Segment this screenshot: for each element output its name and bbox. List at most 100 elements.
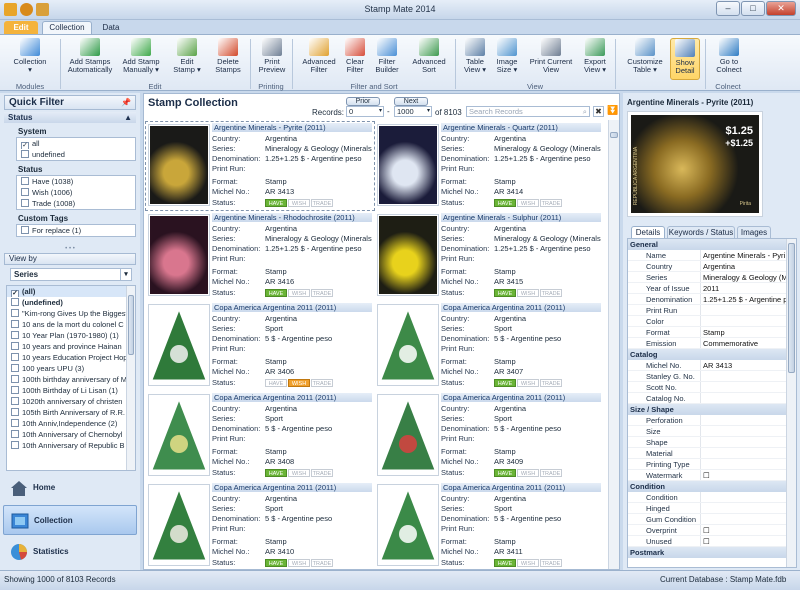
stamp-thumbnail[interactable]	[148, 394, 210, 476]
ribbon-button-customize-table[interactable]: Customize Table ▾	[624, 38, 666, 80]
property-value[interactable]	[700, 305, 786, 315]
scroll-thumb[interactable]	[610, 132, 618, 138]
have-badge[interactable]: HAVE	[494, 469, 516, 477]
checkbox[interactable]	[11, 408, 19, 416]
ribbon-button-collection[interactable]: Collection ▾	[4, 38, 56, 80]
property-row[interactable]: Unused ☐	[628, 536, 786, 547]
stamp-card[interactable]: Copa America Argentina 2011 (2011) Countr…	[375, 302, 603, 390]
property-value[interactable]: 1.25+1.25 $ - Argentine p	[700, 294, 786, 304]
stamp-thumbnail[interactable]	[148, 484, 210, 566]
checkbox[interactable]	[11, 331, 19, 339]
property-row[interactable]: Hinged	[628, 503, 786, 514]
property-value[interactable]	[700, 382, 786, 392]
property-row[interactable]: Overprint ☐	[628, 525, 786, 536]
clear-search-icon[interactable]: ✖	[593, 106, 604, 117]
checkbox[interactable]	[21, 226, 29, 234]
filter-item-wish[interactable]: Wish (1006)	[17, 187, 135, 198]
tab-collection[interactable]: Collection	[42, 21, 92, 34]
view-by-item[interactable]: ✓ (all)	[7, 286, 135, 297]
view-by-item[interactable]: "Kim-rong Gives Up the Biggest	[7, 308, 135, 319]
stamp-title[interactable]: Argentine Minerals - Sulphur (2011)	[441, 213, 601, 222]
checkbox[interactable]	[11, 353, 19, 361]
have-badge[interactable]: HAVE	[265, 559, 287, 567]
wish-badge[interactable]: WISH	[517, 559, 539, 567]
wish-badge[interactable]: WISH	[288, 469, 310, 477]
trade-badge[interactable]: TRADE	[540, 379, 562, 387]
property-row[interactable]: Shape	[628, 437, 786, 448]
property-value[interactable]	[700, 514, 786, 524]
nav-statistics[interactable]: Statistics	[3, 537, 137, 567]
ribbon-button-show-detail[interactable]: Show Detail	[670, 38, 700, 80]
wish-badge[interactable]: WISH	[288, 199, 310, 207]
wish-badge[interactable]: WISH	[288, 379, 310, 387]
view-by-item[interactable]: 100th Birthday of Li Lisan (1)	[7, 385, 135, 396]
checkbox[interactable]	[11, 342, 19, 350]
ribbon-button-clear-filter[interactable]: Clear Filter	[342, 38, 368, 80]
chevron-down-icon[interactable]: ▾	[120, 269, 131, 280]
wish-badge[interactable]: WISH	[517, 379, 539, 387]
property-row[interactable]: Stanley G. No.	[628, 371, 786, 382]
property-scrollbar[interactable]	[786, 239, 796, 567]
stamp-thumbnail[interactable]	[377, 304, 439, 386]
filter-item-undefined[interactable]: undefined	[17, 149, 135, 160]
ribbon-button-filter-builder[interactable]: Filter Builder	[370, 38, 404, 80]
wish-badge[interactable]: WISH	[288, 289, 310, 297]
stamp-title[interactable]: Copa America Argentina 2011 (2011)	[212, 303, 372, 312]
grid-scrollbar[interactable]	[608, 120, 619, 569]
stamp-thumbnail[interactable]	[377, 124, 439, 206]
property-row[interactable]: Scott No.	[628, 382, 786, 393]
checkbox[interactable]	[11, 397, 19, 405]
checkbox[interactable]	[11, 386, 19, 394]
trade-badge[interactable]: TRADE	[540, 469, 562, 477]
nav-home[interactable]: Home	[3, 473, 137, 503]
stamp-card[interactable]: Argentine Minerals - Sulphur (2011) Count…	[375, 212, 603, 300]
wish-badge[interactable]: WISH	[288, 559, 310, 567]
ribbon-button-export-view[interactable]: Export View ▾	[580, 38, 610, 80]
status-section-header[interactable]: Status ▲	[4, 112, 136, 123]
property-value[interactable]	[700, 492, 786, 502]
property-row[interactable]: Watermark ☐	[628, 470, 786, 481]
ribbon-button-colnect[interactable]: Go to Colnect	[712, 38, 746, 80]
scroll-thumb[interactable]	[788, 243, 795, 373]
trade-badge[interactable]: TRADE	[311, 379, 333, 387]
maximize-button[interactable]: □	[741, 1, 765, 16]
view-by-select[interactable]: Series ▾	[10, 268, 132, 281]
stamp-thumbnail[interactable]	[148, 124, 210, 206]
records-to-input[interactable]: 1000 ▾	[394, 106, 432, 117]
property-row[interactable]: Perforation	[628, 415, 786, 426]
stamp-title[interactable]: Copa America Argentina 2011 (2011)	[212, 393, 372, 402]
ribbon-button-advanced-filter[interactable]: Advanced Filter	[300, 38, 338, 80]
collapse-toolbar-icon[interactable]: ⏬	[607, 105, 618, 116]
stamp-card[interactable]: Copa America Argentina 2011 (2011) Countr…	[146, 302, 374, 390]
chevron-down-icon[interactable]: ▾	[427, 107, 430, 116]
property-row[interactable]: Year of Issue 2011	[628, 283, 786, 294]
have-badge[interactable]: HAVE	[265, 469, 287, 477]
view-by-item[interactable]: 105th Birth Anniversary of R.R.	[7, 407, 135, 418]
search-input[interactable]: Search Records ⌕	[466, 106, 590, 117]
property-row[interactable]: Denomination 1.25+1.25 $ - Argentine p	[628, 294, 786, 305]
view-by-item[interactable]: 100 years UPU (3)	[7, 363, 135, 374]
property-value[interactable]	[700, 437, 786, 447]
checkbox[interactable]	[11, 298, 19, 306]
checkbox[interactable]	[11, 320, 19, 328]
view-by-scrollbar[interactable]	[126, 286, 135, 470]
minimize-button[interactable]: –	[716, 1, 740, 16]
property-row[interactable]: Michel No. AR 3413	[628, 360, 786, 371]
ribbon-button-table-view[interactable]: Table View ▾	[460, 38, 490, 80]
property-value[interactable]: ☐	[700, 536, 786, 546]
property-value[interactable]: ☐	[700, 525, 786, 535]
stamp-title[interactable]: Copa America Argentina 2011 (2011)	[441, 483, 601, 492]
stamp-title[interactable]: Copa America Argentina 2011 (2011)	[441, 393, 601, 402]
wish-badge[interactable]: WISH	[517, 289, 539, 297]
have-badge[interactable]: HAVE	[265, 289, 287, 297]
stamp-card[interactable]: Copa America Argentina 2011 (2011) Countr…	[375, 392, 603, 480]
view-by-item[interactable]: 10th Anniv,Independence (2)	[7, 418, 135, 429]
property-row[interactable]: Printing Type	[628, 459, 786, 470]
pin-icon[interactable]: 📌	[121, 96, 131, 109]
checkbox[interactable]	[21, 199, 29, 207]
view-by-item[interactable]: (undefined)	[7, 297, 135, 308]
property-category[interactable]: Catalog	[628, 349, 786, 360]
property-value[interactable]	[700, 503, 786, 513]
checkbox[interactable]	[11, 375, 19, 383]
checkbox[interactable]	[11, 364, 19, 372]
